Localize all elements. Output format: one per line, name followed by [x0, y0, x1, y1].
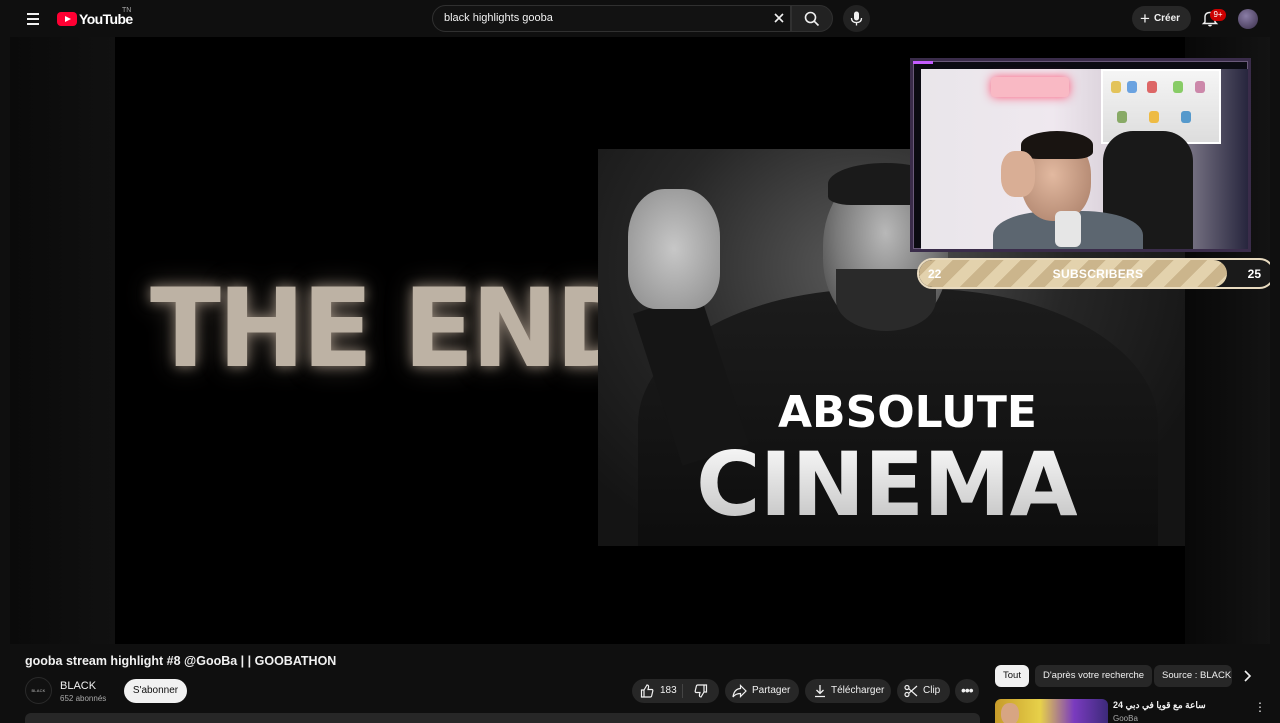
thumbnail-absolute-text: ABSOLUTE — [778, 387, 1037, 438]
recommendation-channel: GooBa — [1113, 714, 1138, 723]
like-dislike-group: 183 — [632, 679, 719, 703]
dislike-icon[interactable] — [694, 684, 708, 698]
thumbnail-left-shade — [10, 37, 115, 644]
description-box[interactable] — [25, 713, 980, 723]
clip-button[interactable]: Clip — [897, 679, 950, 703]
logo-country-code: TN — [122, 7, 132, 14]
create-button[interactable]: + Créer — [1132, 6, 1191, 31]
scissors-icon — [904, 684, 918, 698]
download-icon — [815, 685, 825, 698]
search-query[interactable]: black highlights gooba — [444, 12, 553, 24]
recommendation-more-icon[interactable]: ⋮ — [1254, 700, 1266, 714]
voice-search-button[interactable] — [843, 5, 870, 32]
channel-avatar[interactable]: BLACK — [25, 677, 52, 704]
thumbnail-the-end-text: THE END — [150, 263, 642, 393]
youtube-play-icon — [57, 12, 77, 26]
search-button[interactable] — [791, 5, 833, 32]
webcam-overlay — [910, 58, 1251, 252]
plus-icon: + — [1140, 9, 1150, 28]
chip-related-to-search[interactable]: D'après votre recherche — [1035, 665, 1153, 687]
account-avatar[interactable] — [1238, 9, 1258, 29]
menu-icon[interactable] — [22, 9, 44, 29]
microphone-icon — [850, 11, 863, 26]
neon-sign — [991, 77, 1069, 97]
subscriber-goal-label: SUBSCRIBERS — [1052, 267, 1144, 281]
thumbnail-cinema-text: CINEMA — [696, 433, 1078, 536]
chevron-right-icon[interactable] — [1238, 667, 1256, 685]
create-label: Créer — [1153, 13, 1181, 24]
chip-source-channel[interactable]: Source : BLACK — [1154, 665, 1232, 687]
microphone — [1055, 211, 1081, 247]
more-dots-icon: ••• — [961, 682, 974, 698]
download-button[interactable]: Télécharger — [805, 679, 891, 703]
share-icon — [732, 684, 747, 698]
like-count: 183 — [660, 685, 677, 696]
download-label: Télécharger — [831, 685, 885, 696]
clear-search-icon[interactable] — [772, 11, 786, 25]
notification-count-badge: 9+ — [1210, 9, 1226, 21]
clip-label: Clip — [923, 685, 941, 696]
subscriber-goal-bar: 22 SUBSCRIBERS 25 — [917, 258, 1270, 289]
recommendation-title[interactable]: 24 ساعة مع قويا في دبي — [1113, 700, 1243, 711]
share-button[interactable]: Partager — [725, 679, 799, 703]
recommendation-thumbnail[interactable] — [995, 699, 1108, 723]
top-header: YouTube TN black highlights gooba + Crée… — [0, 0, 1280, 37]
channel-avatar-text: BLACK — [31, 688, 46, 693]
more-actions-button[interactable]: ••• — [955, 679, 979, 703]
chip-all[interactable]: Tout — [995, 665, 1029, 687]
video-player[interactable]: THE END ABSOLUTE CINEMA 22 SUBSCRIBERS 2… — [10, 37, 1270, 644]
subscriber-goal-target: 25 — [1247, 267, 1261, 281]
video-title: gooba stream highlight #8 @GooBa | | GOO… — [25, 654, 337, 668]
search-input[interactable]: black highlights gooba — [432, 5, 791, 32]
like-icon[interactable] — [640, 684, 654, 698]
subscribe-button[interactable]: S'abonner — [124, 679, 187, 703]
share-label: Partager — [752, 685, 791, 696]
search-icon — [804, 11, 820, 27]
channel-subscriber-count: 652 abonnés — [60, 694, 107, 703]
channel-name[interactable]: BLACK — [60, 680, 96, 692]
